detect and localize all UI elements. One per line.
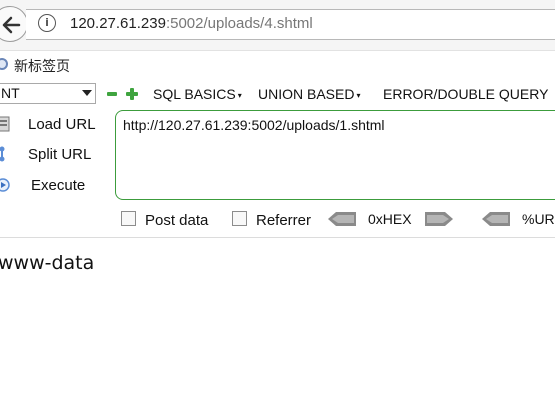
dropdown-arrow-icon: ▾ — [237, 90, 242, 100]
post-data-checkbox[interactable] — [121, 211, 136, 226]
execute-button[interactable]: Execute — [0, 174, 110, 200]
hex-decode-left-arrow-icon[interactable] — [328, 211, 356, 227]
chevron-down-icon — [82, 90, 92, 96]
hackbar-select-value: NT — [1, 85, 20, 101]
menu-error-double-query-label: ERROR/DOUBLE QUERY — [383, 86, 549, 102]
page-output-text: www-data — [0, 252, 95, 274]
menu-union-based[interactable]: UNION BASED ▾ — [258, 86, 360, 102]
url-textarea-value[interactable]: http://120.27.61.239:5002/uploads/1.shtm… — [123, 117, 385, 133]
new-tab-icon — [0, 58, 8, 70]
info-icon[interactable]: i — [38, 14, 56, 32]
load-url-label: Load URL — [28, 116, 96, 133]
split-url-label: Split URL — [28, 146, 92, 163]
hex-encode-right-arrow-icon[interactable] — [425, 211, 453, 227]
bookmark-new-tab[interactable]: 新标签页 — [14, 56, 70, 76]
split-url-button[interactable]: Split URL — [0, 143, 110, 169]
execute-label: Execute — [31, 177, 86, 194]
load-url-button[interactable]: Load URL — [0, 113, 110, 139]
minus-icon[interactable] — [107, 92, 117, 96]
post-data-label[interactable]: Post data — [145, 212, 208, 229]
back-arrow-icon — [2, 16, 21, 34]
execute-icon — [0, 178, 10, 192]
menu-error-double-query[interactable]: ERROR/DOUBLE QUERY — [383, 86, 548, 102]
menu-sql-basics[interactable]: SQL BASICS ▾ — [153, 86, 242, 102]
hex-label: 0xHEX — [368, 211, 412, 227]
divider — [0, 237, 555, 238]
referrer-label[interactable]: Referrer — [256, 212, 311, 229]
menu-union-based-label: UNION BASED — [258, 86, 355, 102]
split-url-icon — [0, 146, 5, 162]
url-encode-label: %URL — [522, 211, 555, 227]
url-decode-left-arrow-icon[interactable] — [482, 211, 510, 227]
url-text[interactable]: 120.27.61.239:5002/uploads/4.shtml — [70, 15, 313, 32]
url-path: :5002/uploads/4.shtml — [165, 15, 313, 32]
referrer-checkbox[interactable] — [232, 211, 247, 226]
dropdown-arrow-icon: ▾ — [356, 90, 361, 100]
plus-icon[interactable] — [126, 88, 138, 100]
menu-sql-basics-label: SQL BASICS — [153, 86, 236, 102]
load-url-icon — [0, 116, 10, 132]
url-host: 120.27.61.239 — [70, 15, 166, 32]
